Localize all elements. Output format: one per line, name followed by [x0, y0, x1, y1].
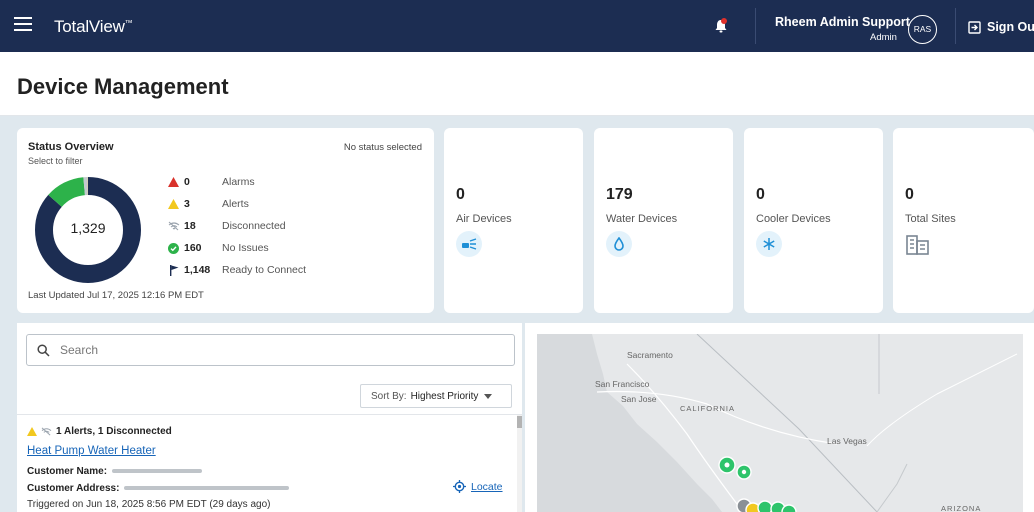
- user-name: Rheem Admin Support: [775, 15, 910, 29]
- sort-label: Sort By:: [371, 390, 407, 402]
- legend-disconnected[interactable]: 18 Disconnected: [167, 218, 286, 234]
- wifi-off-icon: [41, 427, 52, 436]
- page-title: Device Management: [17, 74, 229, 99]
- divider: [955, 8, 956, 44]
- brand-trademark: ™: [124, 18, 133, 28]
- customer-address-value-redacted: [124, 486, 290, 491]
- cooler-devices-count: 0: [756, 186, 765, 203]
- customer-address-label: Customer Address:: [27, 483, 120, 494]
- locate-icon: [453, 480, 466, 493]
- device-list-panel: Search Sort By: Highest Priority 1 Alert…: [17, 323, 522, 512]
- divider: [755, 8, 756, 44]
- last-updated-text: Last Updated Jul 17, 2025 12:16 PM EDT: [28, 290, 204, 301]
- device-map[interactable]: Sacramento San Francisco San Jose CALIFO…: [537, 334, 1023, 512]
- status-overview-subtitle: Select to filter: [28, 156, 83, 166]
- air-devices-count: 0: [456, 186, 465, 203]
- brand-name: TotalView: [54, 17, 125, 36]
- ready-to-connect-label: Ready to Connect: [222, 264, 307, 276]
- disconnected-label: Disconnected: [222, 220, 286, 232]
- flag-icon: [169, 264, 178, 276]
- water-drop-icon: [606, 231, 632, 257]
- customer-name-row: Customer Name:: [27, 466, 203, 477]
- no-issues-label: No Issues: [222, 242, 269, 254]
- locate-link[interactable]: Locate: [453, 480, 503, 493]
- sign-out-label: Sign Out: [987, 20, 1034, 34]
- wifi-off-icon: [168, 221, 179, 231]
- list-scrollbar[interactable]: [517, 415, 522, 512]
- map-marker[interactable]: [718, 456, 736, 474]
- air-device-icon: [456, 231, 482, 257]
- alarms-count: 0: [184, 176, 190, 188]
- alerts-count: 3: [184, 198, 190, 210]
- customer-name-label: Customer Name:: [27, 466, 108, 477]
- alert-triangle-icon: [27, 427, 37, 436]
- legend-ready-to-connect[interactable]: 1,148 Ready to Connect: [167, 262, 306, 278]
- water-devices-count: 179: [606, 186, 633, 203]
- cooler-devices-card[interactable]: 0 Cooler Devices: [744, 128, 883, 313]
- map-markers: [718, 456, 797, 512]
- ready-to-connect-count: 1,148: [184, 264, 211, 276]
- app-logo[interactable]: TotalView™: [54, 17, 133, 37]
- hamburger-menu-icon[interactable]: [14, 17, 32, 35]
- alert-triangle-icon: [168, 199, 179, 209]
- legend-alarms[interactable]: 0 Alarms: [167, 174, 255, 190]
- search-icon: [37, 343, 50, 357]
- water-devices-label: Water Devices: [606, 213, 678, 225]
- disconnected-count: 18: [184, 220, 196, 232]
- top-navigation-bar: TotalView™ Rheem Admin Support Admin RAS…: [0, 0, 1034, 52]
- notification-dot: [721, 18, 727, 24]
- cooler-devices-label: Cooler Devices: [756, 213, 831, 225]
- status-overview-card: Status Overview Select to filter No stat…: [17, 128, 434, 313]
- user-role: Admin: [870, 32, 897, 43]
- air-devices-card[interactable]: 0 Air Devices: [444, 128, 583, 313]
- device-alert-summary: 1 Alerts, 1 Disconnected: [27, 426, 172, 437]
- device-title-link[interactable]: Heat Pump Water Heater: [27, 445, 156, 457]
- snowflake-icon: [756, 231, 782, 257]
- alerts-label: Alerts: [222, 198, 249, 210]
- total-sites-label: Total Sites: [905, 213, 956, 225]
- customer-address-row: Customer Address:: [27, 483, 290, 494]
- status-total: 1,329: [70, 220, 106, 236]
- legend-no-issues[interactable]: 160 No Issues: [167, 240, 269, 256]
- alarm-triangle-icon: [168, 177, 179, 187]
- page-header: Device Management: [0, 52, 1034, 116]
- avatar[interactable]: RAS: [908, 15, 937, 44]
- sort-dropdown[interactable]: Sort By: Highest Priority: [360, 384, 512, 408]
- status-selection-text: No status selected: [343, 142, 422, 153]
- water-devices-card[interactable]: 179 Water Devices: [594, 128, 733, 313]
- alarms-label: Alarms: [222, 176, 255, 188]
- legend-alerts[interactable]: 3 Alerts: [167, 196, 249, 212]
- building-icon: [905, 231, 931, 257]
- total-sites-card[interactable]: 0 Total Sites: [893, 128, 1034, 313]
- device-alert-text: 1 Alerts, 1 Disconnected: [56, 426, 172, 437]
- map-panel: Sacramento San Francisco San Jose CALIFO…: [525, 323, 1034, 512]
- sign-out-button[interactable]: Sign Out: [968, 20, 1034, 34]
- no-issues-count: 160: [184, 242, 202, 254]
- locate-label: Locate: [471, 480, 503, 493]
- customer-name-value-redacted: [112, 469, 203, 474]
- triggered-text: Triggered on Jun 18, 2025 8:56 PM EDT (2…: [27, 499, 271, 510]
- check-circle-icon: [168, 242, 179, 254]
- search-input[interactable]: Search: [26, 334, 515, 366]
- search-placeholder: Search: [60, 343, 99, 357]
- total-sites-count: 0: [905, 186, 914, 203]
- sort-value: Highest Priority: [410, 390, 479, 402]
- sign-out-icon: [968, 20, 981, 34]
- map-marker[interactable]: [736, 464, 752, 480]
- chevron-down-icon: [484, 393, 493, 399]
- map-marker-cluster[interactable]: [736, 498, 797, 512]
- scrollbar-thumb[interactable]: [517, 416, 522, 428]
- status-overview-title: Status Overview: [28, 141, 114, 153]
- air-devices-label: Air Devices: [456, 213, 512, 225]
- divider: [17, 414, 522, 415]
